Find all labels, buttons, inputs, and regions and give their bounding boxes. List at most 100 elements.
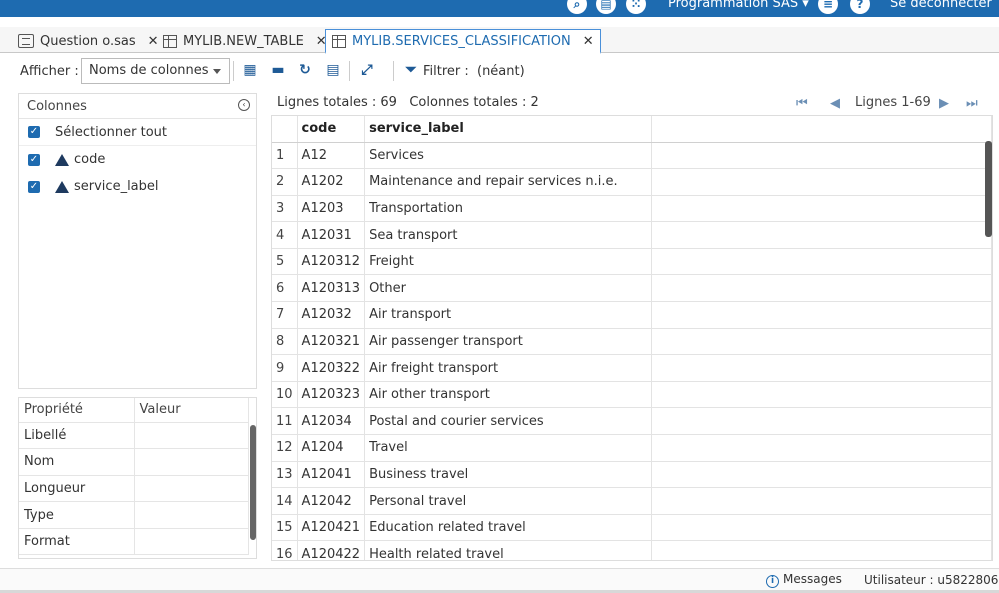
property-label: Format bbox=[19, 528, 135, 556]
table-row[interactable]: 1 A12 Services bbox=[272, 142, 992, 170]
row-number[interactable]: 10 bbox=[272, 381, 298, 409]
table-row[interactable]: 13 A12041 Business travel bbox=[272, 461, 992, 489]
row-number[interactable]: 15 bbox=[272, 514, 298, 542]
cell-code[interactable]: A12041 bbox=[297, 461, 366, 489]
table-properties-icon[interactable]: ▦ bbox=[242, 62, 258, 78]
cell-service-label[interactable]: Air freight transport bbox=[364, 354, 653, 382]
filter-value[interactable]: (néant) bbox=[477, 64, 525, 79]
table-row[interactable]: 9 A120322 Air freight transport bbox=[272, 354, 992, 382]
cell-service-label[interactable]: Travel bbox=[364, 434, 653, 462]
last-page-icon[interactable]: ⏭ bbox=[966, 96, 978, 111]
cell-code[interactable]: A12 bbox=[297, 142, 366, 170]
cell-code[interactable]: A1203 bbox=[297, 195, 366, 223]
table-row[interactable]: 8 A120321 Air passenger transport bbox=[272, 328, 992, 356]
cell-service-label[interactable]: Business travel bbox=[364, 461, 653, 489]
cell-service-label[interactable]: Other bbox=[364, 274, 653, 303]
row-number[interactable]: 6 bbox=[272, 274, 298, 303]
row-number[interactable]: 12 bbox=[272, 434, 298, 462]
refresh-icon[interactable]: ↻ bbox=[297, 62, 313, 78]
first-page-icon[interactable]: ⏮ bbox=[796, 96, 808, 111]
table-row[interactable]: 10 A120323 Air other transport bbox=[272, 381, 992, 409]
properties-scrollbar[interactable] bbox=[250, 425, 256, 540]
row-number[interactable]: 16 bbox=[272, 540, 298, 560]
cell-service-label[interactable]: Maintenance and repair services n.i.e. bbox=[364, 168, 653, 196]
row-number[interactable]: 13 bbox=[272, 461, 298, 489]
row-number[interactable]: 1 bbox=[272, 142, 298, 170]
close-icon[interactable]: ✕ bbox=[583, 34, 594, 49]
table-row[interactable]: 2 A1202 Maintenance and repair services n.… bbox=[272, 168, 992, 196]
cell-service-label[interactable]: Postal and courier services bbox=[364, 407, 653, 436]
row-number[interactable]: 4 bbox=[272, 221, 298, 249]
cell-service-label[interactable]: Personal travel bbox=[364, 487, 653, 515]
cell-code[interactable]: A12031 bbox=[297, 221, 366, 249]
cell-service-label[interactable]: Education related travel bbox=[364, 514, 653, 542]
checkbox-service-label[interactable]: ✓ bbox=[28, 180, 40, 193]
download-icon[interactable]: ▬ bbox=[270, 62, 286, 78]
table-row[interactable]: 16 A120422 Health related travel bbox=[272, 540, 992, 560]
table-row[interactable]: 3 A1203 Transportation bbox=[272, 195, 992, 223]
table-row[interactable]: 12 A1204 Travel bbox=[272, 434, 992, 462]
cell-service-label[interactable]: Transportation bbox=[364, 195, 653, 223]
cell-service-label[interactable]: Freight bbox=[364, 248, 653, 276]
cell-service-label[interactable]: Air passenger transport bbox=[364, 328, 653, 356]
print-icon[interactable]: ▤ bbox=[596, 0, 616, 14]
table-row[interactable]: 11 A12034 Postal and courier services bbox=[272, 407, 992, 436]
row-number[interactable]: 3 bbox=[272, 195, 298, 223]
tab-new-table[interactable]: MYLIB.NEW_TABLE ✕ bbox=[157, 29, 333, 53]
cell-service-label[interactable]: Sea transport bbox=[364, 221, 653, 249]
menu-icon[interactable]: ≡ bbox=[818, 0, 838, 14]
filter-icon[interactable]: ⏷ bbox=[403, 62, 419, 78]
cell-service-label[interactable]: Health related travel bbox=[364, 540, 653, 560]
messages-link[interactable]: i Messages bbox=[766, 572, 842, 588]
checkbox-select-all[interactable]: ✓ bbox=[28, 126, 40, 138]
cell-service-label[interactable]: Services bbox=[364, 142, 653, 170]
cell-code[interactable]: A120323 bbox=[297, 381, 366, 409]
grid-scrollbar[interactable] bbox=[985, 141, 992, 237]
cell-code[interactable]: A120322 bbox=[297, 354, 366, 382]
checkbox-code[interactable]: ✓ bbox=[28, 153, 40, 166]
tab-services-classification[interactable]: MYLIB.SERVICES_CLASSIFICATION ✕ bbox=[325, 29, 601, 54]
row-number[interactable]: 14 bbox=[272, 487, 298, 515]
column-item-code[interactable]: ✓ code bbox=[19, 146, 256, 173]
row-number[interactable]: 8 bbox=[272, 328, 298, 356]
column-header-service-label[interactable]: service_label bbox=[364, 116, 653, 143]
cell-service-label[interactable]: Air transport bbox=[364, 301, 653, 329]
cell-code[interactable]: A120312 bbox=[297, 248, 366, 276]
next-page-icon[interactable]: ▶ bbox=[939, 96, 949, 111]
cell-code[interactable]: A1204 bbox=[297, 434, 366, 462]
search-icon[interactable]: ⌕ bbox=[567, 0, 587, 14]
collapse-icon[interactable]: ‹ bbox=[238, 99, 250, 111]
view-icon[interactable]: ▤ bbox=[325, 62, 341, 78]
cell-code[interactable]: A12032 bbox=[297, 301, 366, 329]
show-select[interactable]: Noms de colonnes bbox=[81, 58, 230, 84]
app-menu[interactable]: Programmation SAS ▾ bbox=[668, 0, 809, 11]
previous-page-icon[interactable]: ◀ bbox=[830, 96, 840, 111]
column-header-code[interactable]: code bbox=[297, 116, 366, 143]
cell-service-label[interactable]: Air other transport bbox=[364, 381, 653, 409]
expand-icon[interactable]: ⤢ bbox=[359, 62, 375, 78]
cell-code[interactable]: A120321 bbox=[297, 328, 366, 356]
table-row[interactable]: 15 A120421 Education related travel bbox=[272, 514, 992, 542]
cell-code[interactable]: A12034 bbox=[297, 407, 366, 436]
tab-question-sas[interactable]: Question o.sas ✕ bbox=[12, 29, 165, 53]
table-row[interactable]: 14 A12042 Personal travel bbox=[272, 487, 992, 515]
table-row[interactable]: 4 A12031 Sea transport bbox=[272, 221, 992, 249]
help-icon[interactable]: ? bbox=[850, 0, 870, 14]
row-number[interactable]: 2 bbox=[272, 168, 298, 196]
cell-code[interactable]: A1202 bbox=[297, 168, 366, 196]
table-row[interactable]: 7 A12032 Air transport bbox=[272, 301, 992, 329]
row-number[interactable]: 9 bbox=[272, 354, 298, 382]
cell-code[interactable]: A12042 bbox=[297, 487, 366, 515]
cell-code[interactable]: A120421 bbox=[297, 514, 366, 542]
select-all-row[interactable]: ✓ Sélectionner tout bbox=[19, 119, 256, 146]
cell-code[interactable]: A120422 bbox=[297, 540, 366, 560]
table-row[interactable]: 5 A120312 Freight bbox=[272, 248, 992, 276]
table-row[interactable]: 6 A120313 Other bbox=[272, 274, 992, 303]
row-number[interactable]: 7 bbox=[272, 301, 298, 329]
column-item-service-label[interactable]: ✓ service_label bbox=[19, 173, 256, 200]
row-number[interactable]: 11 bbox=[272, 407, 298, 436]
logout-link[interactable]: Se déconnecter bbox=[890, 0, 992, 11]
cell-code[interactable]: A120313 bbox=[297, 274, 366, 303]
row-number[interactable]: 5 bbox=[272, 248, 298, 276]
apps-icon[interactable]: ⁙ bbox=[626, 0, 646, 14]
